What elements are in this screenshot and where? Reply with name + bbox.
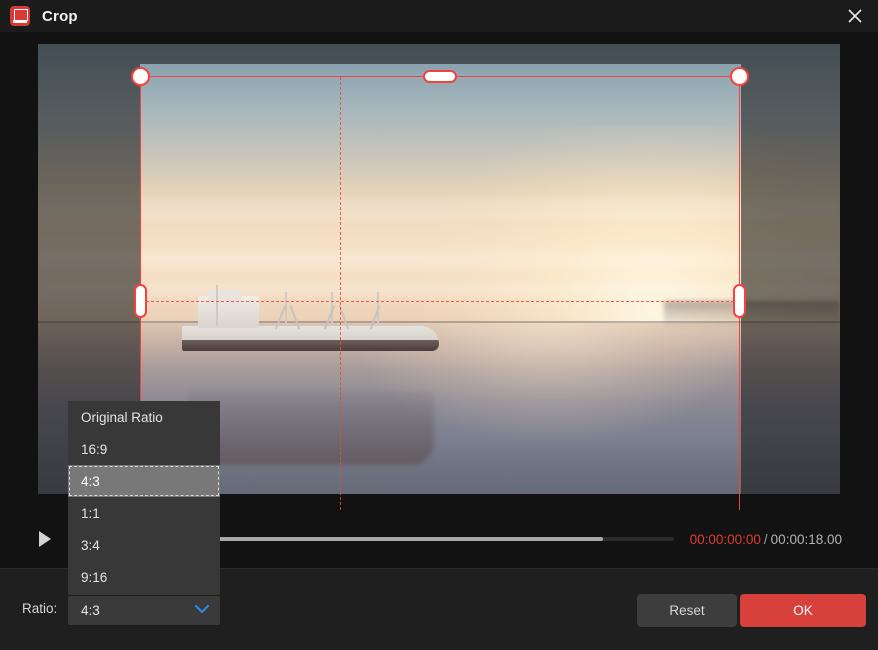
ratio-selected-value: 4:3 bbox=[81, 603, 100, 618]
app-logo-icon bbox=[10, 6, 30, 26]
crop-handle-top-left[interactable] bbox=[131, 67, 150, 86]
crop-handle-middle-left[interactable] bbox=[134, 284, 147, 318]
crop-handle-top-center[interactable] bbox=[423, 70, 457, 83]
close-button[interactable] bbox=[832, 0, 878, 32]
ratio-option-9-16[interactable]: 9:16 bbox=[68, 561, 220, 593]
ship-graphic bbox=[182, 284, 439, 465]
total-time: 00:00:18.00 bbox=[770, 531, 842, 547]
time-separator: / bbox=[763, 531, 768, 547]
crop-handle-middle-right[interactable] bbox=[733, 284, 746, 318]
ratio-select[interactable]: 4:3 bbox=[68, 596, 220, 625]
ratio-label: Ratio: bbox=[22, 601, 58, 616]
crop-bright-window bbox=[140, 64, 741, 494]
play-icon bbox=[39, 531, 51, 547]
crop-handle-top-right[interactable] bbox=[730, 67, 749, 86]
ratio-option-original-ratio[interactable]: Original Ratio bbox=[68, 401, 220, 433]
ratio-dropdown-menu[interactable]: Original Ratio 16:9 4:3 1:1 3:4 9:16 bbox=[68, 401, 220, 595]
close-icon bbox=[848, 9, 862, 23]
ratio-option-4-3[interactable]: 4:3 bbox=[68, 465, 220, 497]
play-button[interactable] bbox=[32, 526, 58, 552]
ok-button[interactable]: OK bbox=[740, 594, 866, 627]
chevron-down-icon bbox=[195, 604, 209, 614]
page-title: Crop bbox=[42, 7, 78, 25]
title-bar: Crop bbox=[0, 0, 878, 32]
reset-button[interactable]: Reset bbox=[637, 594, 737, 627]
video-still-bright bbox=[140, 64, 741, 494]
current-time: 00:00:00:00 bbox=[689, 531, 761, 547]
ratio-option-1-1[interactable]: 1:1 bbox=[68, 497, 220, 529]
crop-dialog: Crop 00:00:00:00 / 00:00:18.00 Ratio: 4:… bbox=[0, 0, 878, 650]
ratio-option-16-9[interactable]: 16:9 bbox=[68, 433, 220, 465]
ratio-option-3-4[interactable]: 3:4 bbox=[68, 529, 220, 561]
time-display: 00:00:00:00/00:00:18.00 bbox=[690, 532, 842, 547]
